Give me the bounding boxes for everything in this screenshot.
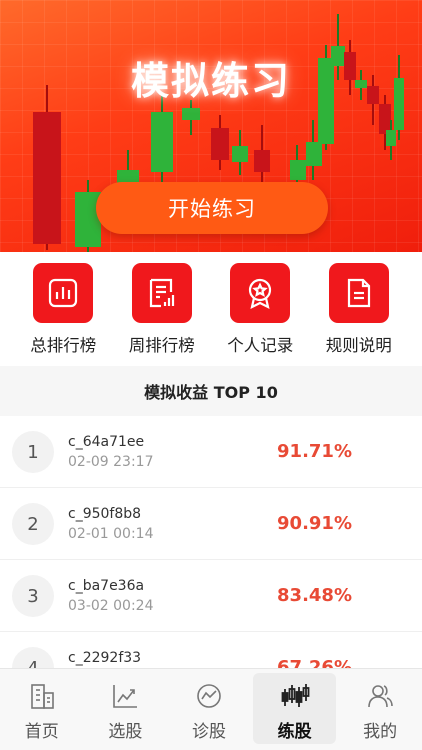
candle-body xyxy=(386,130,396,146)
menu-item-overall-ranking[interactable]: 总排行榜 xyxy=(18,252,108,366)
section-title: 模拟收益 TOP 10 xyxy=(144,383,278,402)
tab-label: 首页 xyxy=(24,722,59,742)
line-chart-icon xyxy=(113,685,138,708)
candle-body xyxy=(151,112,173,172)
start-practice-button[interactable]: 开始练习 xyxy=(96,182,328,234)
list-item[interactable]: 2 c_950f8b8 02-01 00:14 90.91% xyxy=(0,488,422,560)
candle-body xyxy=(182,108,200,120)
candle-body xyxy=(379,104,391,134)
award-badge-icon xyxy=(230,263,291,323)
menu-label: 总排行榜 xyxy=(30,336,97,355)
tab-practice[interactable]: 练股 xyxy=(252,673,337,744)
user-icon xyxy=(368,685,393,708)
candle-body xyxy=(290,160,306,180)
menu-label: 规则说明 xyxy=(325,336,392,355)
tab-label: 我的 xyxy=(363,722,398,742)
return-percent: 91.71% xyxy=(277,441,352,462)
record-time: 03-02 00:24 xyxy=(68,598,154,614)
tab-label: 诊股 xyxy=(191,722,226,742)
document-icon xyxy=(328,263,389,323)
menu-item-rules[interactable]: 规则说明 xyxy=(314,252,404,366)
rank-badge: 4 xyxy=(12,647,54,668)
record-time: 02-09 23:17 xyxy=(68,454,154,470)
return-percent: 90.91% xyxy=(277,513,352,534)
diagnosis-icon xyxy=(197,684,221,708)
banner-title: 模拟练习 xyxy=(130,59,291,103)
tab-mine[interactable]: 我的 xyxy=(338,669,422,750)
candle-body xyxy=(232,146,248,162)
user-name: c_950f8b8 xyxy=(68,506,142,522)
tab-diagnosis[interactable]: 诊股 xyxy=(167,669,251,750)
menu-item-weekly-ranking[interactable]: 周排行榜 xyxy=(117,252,207,366)
candle-body xyxy=(211,128,229,160)
rank-badge: 1 xyxy=(12,431,54,473)
tab-label: 练股 xyxy=(277,722,312,742)
return-percent: 83.48% xyxy=(277,585,352,606)
user-name: c_ba7e36a xyxy=(68,578,145,594)
candle-body xyxy=(33,112,61,244)
quick-menu: 总排行榜 周排行榜 个人记录 规则说明 xyxy=(0,252,422,366)
list-item[interactable]: 1 c_64a71ee 02-09 23:17 91.71% xyxy=(0,416,422,488)
rank-badge: 2 xyxy=(12,503,54,545)
document-chart-icon xyxy=(131,263,192,323)
section-header: 模拟收益 TOP 10 xyxy=(0,366,422,416)
bar-chart-icon xyxy=(33,263,94,323)
user-name: c_64a71ee xyxy=(68,434,145,450)
candle-body xyxy=(254,150,270,172)
tab-home[interactable]: 首页 xyxy=(0,669,84,750)
rank-badge: 3 xyxy=(12,575,54,617)
user-name: c_2292f33 xyxy=(68,650,142,666)
candle-body xyxy=(306,142,322,166)
menu-label: 周排行榜 xyxy=(128,336,195,355)
candlestick-icon xyxy=(281,684,309,707)
record-time: 02-01 00:14 xyxy=(68,526,154,542)
list-item[interactable]: 3 c_ba7e36a 03-02 00:24 83.48% xyxy=(0,560,422,632)
return-percent: 67.26% xyxy=(277,657,352,668)
ranking-list: 1 c_64a71ee 02-09 23:17 91.71% 2 c_950f8… xyxy=(0,416,422,668)
practice-banner: 模拟练习 开始练习 xyxy=(0,0,422,252)
list-item[interactable]: 4 c_2292f33 67.26% xyxy=(0,632,422,668)
bottom-tab-bar: 首页 选股 诊股 练股 我的 xyxy=(0,668,422,750)
tab-stock-picking[interactable]: 选股 xyxy=(84,669,168,750)
tab-label: 选股 xyxy=(108,722,143,742)
menu-label: 个人记录 xyxy=(227,336,294,355)
menu-item-personal-record[interactable]: 个人记录 xyxy=(215,252,305,366)
building-icon xyxy=(30,684,54,709)
